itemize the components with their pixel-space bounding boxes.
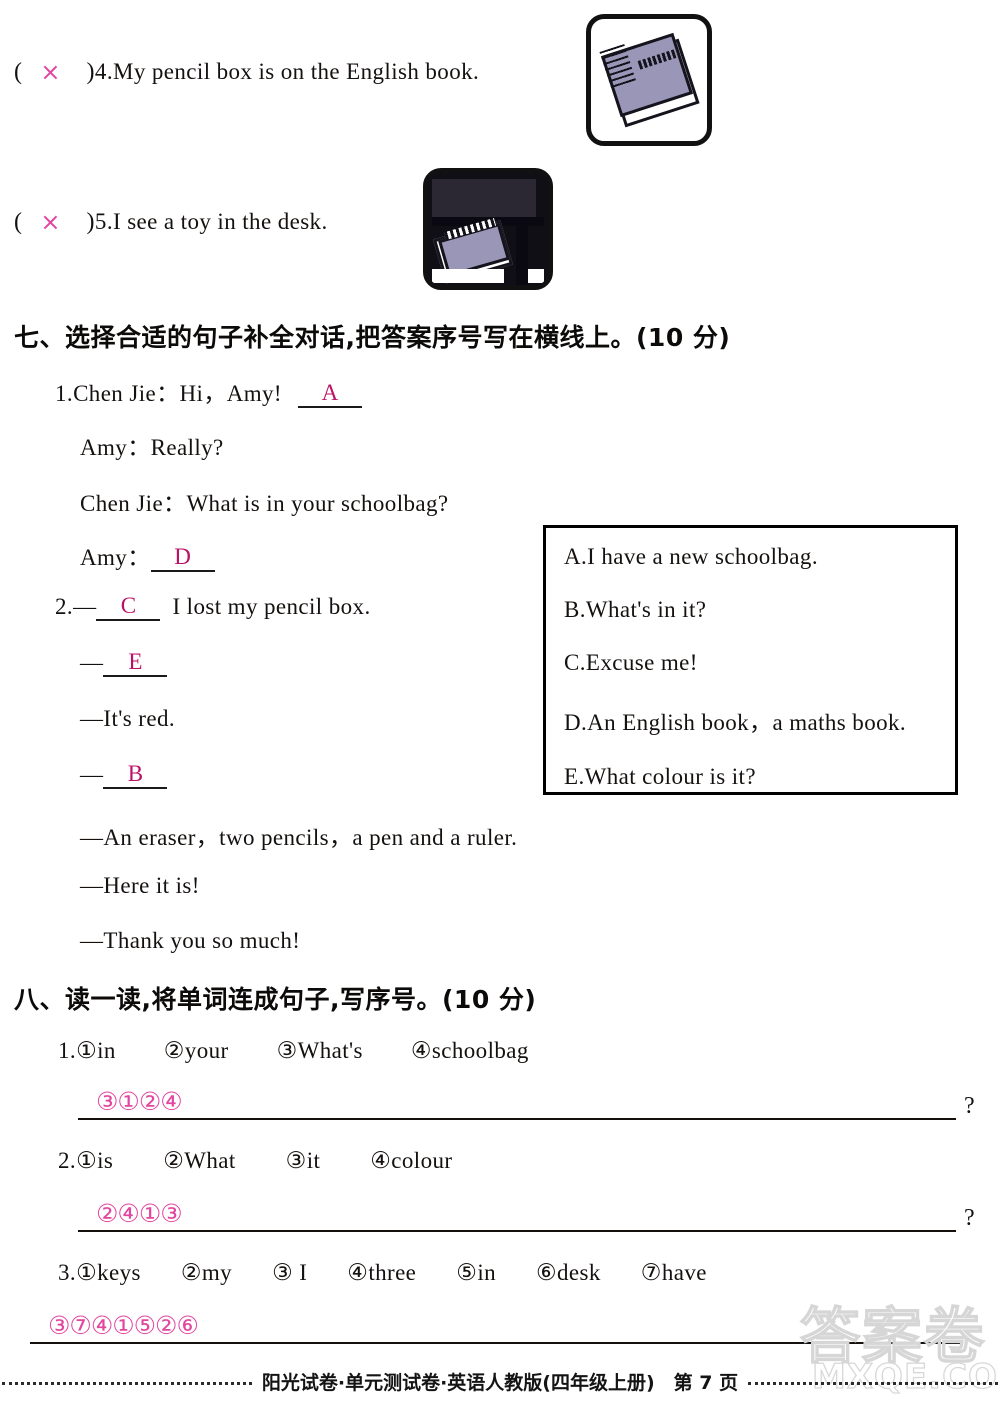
speaker-label: Chen Jie： xyxy=(80,491,187,516)
item-number: 1. xyxy=(58,1038,77,1063)
choice-item-b: B.What's in it? xyxy=(564,597,707,622)
true-false-row-5: ( × ) 5. I see a toy in the desk. xyxy=(14,208,328,236)
dash: — xyxy=(80,873,104,898)
item-number: 5. xyxy=(94,209,113,234)
choice-box: A.I have a new schoolbag. B.What's in it… xyxy=(543,525,958,795)
section-seven-heading: 七、选择合适的句子补全对话,把答案序号写在横线上。(10 分) xyxy=(14,323,731,352)
word-choice: ②What xyxy=(163,1148,236,1173)
end-punctuation: ? xyxy=(964,1093,976,1119)
word-order-item-3-answer-row: ③⑦④①⑤②⑥ xyxy=(30,1311,968,1344)
dialogue-text: Really? xyxy=(150,435,224,460)
answer-line[interactable]: ③①②④ xyxy=(78,1087,956,1120)
word-choice: ①is xyxy=(76,1148,114,1173)
footer-rule-right xyxy=(748,1382,999,1385)
word-choice: ①in xyxy=(76,1038,116,1063)
speaker-label: Amy： xyxy=(80,545,151,570)
speaker-label: Amy： xyxy=(80,435,151,460)
word-choice: ④colour xyxy=(370,1148,453,1173)
dialogue-text: Thank you so much! xyxy=(103,928,301,953)
answer-blank-3[interactable]: C xyxy=(96,593,161,621)
answer-line[interactable]: ②④①③ xyxy=(78,1199,956,1232)
dialogue-text: Hi，Amy! xyxy=(179,381,282,406)
word-choice: ④schoolbag xyxy=(410,1038,529,1063)
paren-open: ( xyxy=(14,208,23,235)
item-number: 3. xyxy=(58,1260,77,1285)
choice-item-c: C.Excuse me! xyxy=(564,650,698,675)
dash: — xyxy=(73,594,97,619)
answer-blank-4[interactable]: E xyxy=(103,649,168,677)
cross-mark-icon: × xyxy=(40,58,61,86)
dialogue-text: It's red. xyxy=(103,706,176,731)
word-order-item-2-words: 2. ①is ②What ③it ④colour xyxy=(58,1148,452,1174)
word-choice: ②my xyxy=(180,1260,233,1285)
true-false-row-4: ( × ) 4. My pencil box is on the English… xyxy=(14,58,479,86)
dash: — xyxy=(80,706,104,731)
dash: — xyxy=(80,825,104,850)
word-order-item-1-answer-row: ③①②④ ? xyxy=(78,1087,976,1120)
notebook-under-desk-icon xyxy=(423,168,553,290)
page-footer: 阳光试卷·单元测试卷·英语人教版(四年级上册) 第 7 页 xyxy=(0,1368,1000,1395)
notebook-icon xyxy=(586,14,712,146)
choice-item-d: D.An English book，a maths book. xyxy=(564,710,907,735)
paren-open: ( xyxy=(14,58,23,85)
handwritten-answer: ②④①③ xyxy=(96,1199,183,1228)
dialogue-text: Here it is! xyxy=(103,873,200,898)
word-order-item-1-words: 1. ①in ②your ③What's ④schoolbag xyxy=(58,1038,529,1064)
word-order-item-2-answer-row: ②④①③ ? xyxy=(78,1199,976,1232)
dialogue-text: An eraser，two pencils，a pen and a ruler. xyxy=(103,825,518,850)
handwritten-answer: ③⑦④①⑤②⑥ xyxy=(48,1311,199,1340)
cross-mark-icon: × xyxy=(40,208,61,236)
dialogue-text: What is in your schoolbag? xyxy=(186,491,449,516)
choice-item-a: A.I have a new schoolbag. xyxy=(564,544,818,569)
footer-text: 阳光试卷·单元测试卷·英语人教版(四年级上册) 第 7 页 xyxy=(261,1372,739,1394)
answer-blank-1[interactable]: A xyxy=(297,380,362,408)
footer-rule-left xyxy=(1,1382,252,1385)
answer-line[interactable]: ③⑦④①⑤②⑥ xyxy=(30,1311,960,1344)
word-choice: ②your xyxy=(163,1038,229,1063)
dash: — xyxy=(80,928,104,953)
item-number: 2. xyxy=(58,1148,77,1173)
section-eight-heading: 八、读一读,将单词连成句子,写序号。(10 分) xyxy=(14,985,537,1014)
paren-close: ) xyxy=(86,208,95,235)
choice-item-e: E.What colour is it? xyxy=(564,764,756,789)
word-order-item-3-words: 3. ①keys ②my ③ I ④three ⑤in ⑥desk ⑦have xyxy=(58,1260,707,1286)
word-choice: ①keys xyxy=(76,1260,141,1285)
dialogue-text: I lost my pencil box. xyxy=(172,594,371,619)
answer-blank-5[interactable]: B xyxy=(103,761,168,789)
word-choice: ③ I xyxy=(272,1260,308,1285)
handwritten-answer: ③①②④ xyxy=(96,1087,183,1116)
dialogue-number: 1. xyxy=(55,381,74,406)
word-choice: ⑦have xyxy=(640,1260,707,1285)
dash: — xyxy=(80,650,104,675)
dialogue-number: 2. xyxy=(55,594,74,619)
item-text: My pencil box is on the English book. xyxy=(112,59,480,84)
word-choice: ④three xyxy=(347,1260,417,1285)
answer-blank-2[interactable]: D xyxy=(150,544,215,572)
item-text: I see a toy in the desk. xyxy=(112,209,328,234)
speaker-label: Chen Jie： xyxy=(73,381,180,406)
word-choice: ③What's xyxy=(276,1038,363,1063)
end-punctuation: ? xyxy=(964,1205,976,1231)
worksheet-page: ( × ) 4. My pencil box is on the English… xyxy=(0,0,1000,1412)
word-choice: ⑥desk xyxy=(536,1260,601,1285)
dash: — xyxy=(80,762,104,787)
word-choice: ③it xyxy=(285,1148,321,1173)
item-number: 4. xyxy=(94,59,113,84)
paren-close: ) xyxy=(86,58,95,85)
word-choice: ⑤in xyxy=(456,1260,497,1285)
